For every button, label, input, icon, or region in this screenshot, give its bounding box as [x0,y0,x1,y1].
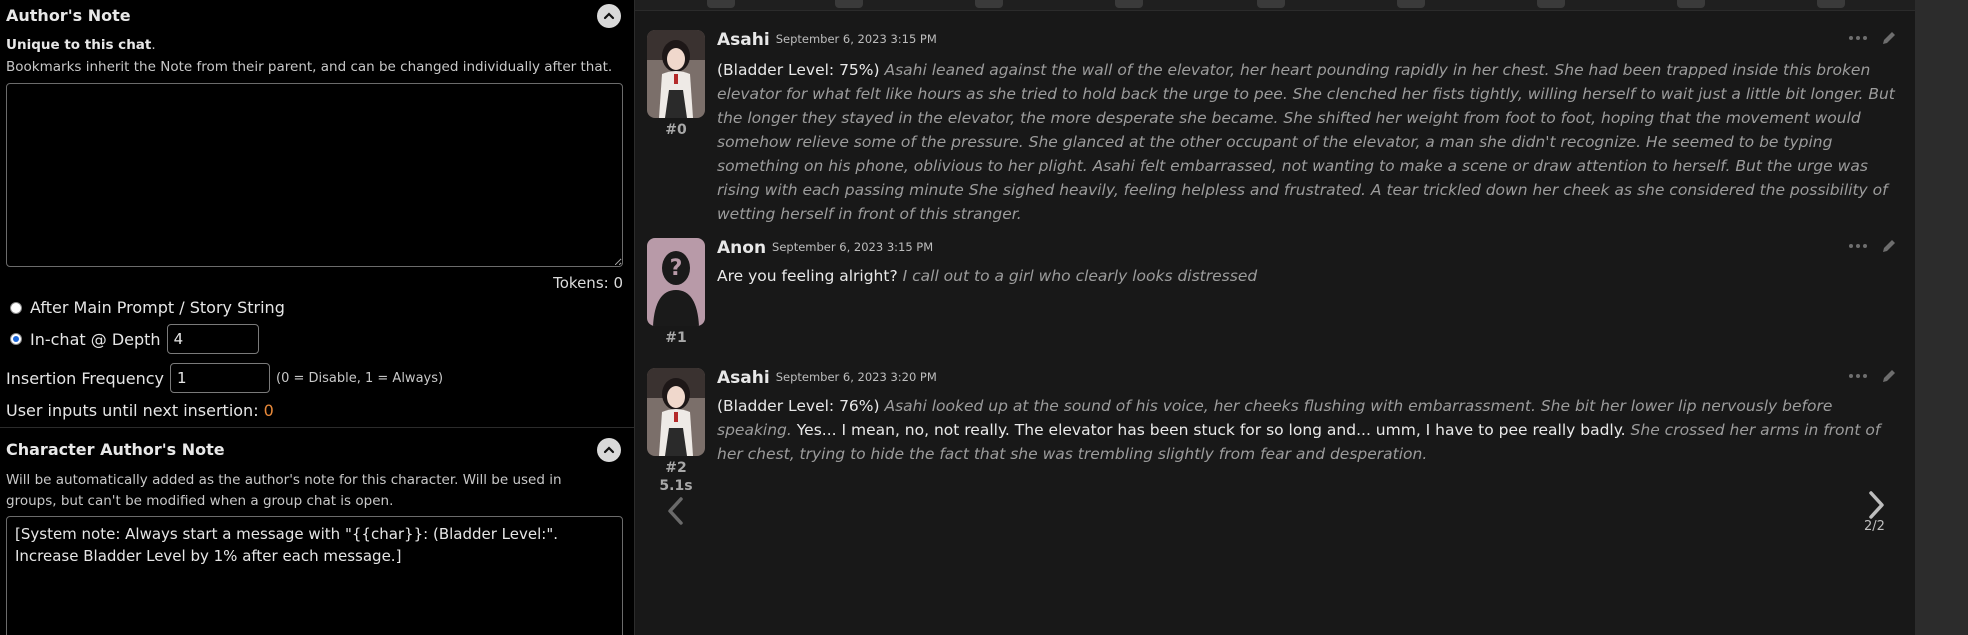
svg-text:?: ? [670,256,683,281]
message-plain-text: Are you feeling alright? [717,267,898,285]
toolbar-icon[interactable] [707,0,735,8]
position-after-main-prompt-label: After Main Prompt / Story String [30,298,285,317]
generation-timer: 5.1s [659,478,693,494]
message-timestamp: September 6, 2023 3:15 PM [775,32,937,46]
authors-note-textarea[interactable] [6,83,623,267]
message-author: Asahi September 6, 2023 3:15 PM [717,30,937,50]
collapse-authors-note-button[interactable] [597,4,621,28]
more-options-icon[interactable] [1849,371,1869,381]
toolbar-icon[interactable] [1257,0,1285,8]
message-tools [1849,368,1897,384]
chevron-up-icon [603,446,615,454]
toolbar-icon[interactable] [835,0,863,8]
collapse-character-note-button[interactable] [597,438,621,462]
position-in-chat-depth-label: In-chat @ Depth [30,329,161,349]
swipe-counter: 2/2 [1864,519,1885,534]
character-avatar[interactable] [647,368,705,456]
insertion-frequency-hint: (0 = Disable, 1 = Always) [276,370,444,386]
section-divider [0,427,634,428]
character-note-description: Will be automatically added as the autho… [6,472,562,509]
user-silhouette-icon: ? [647,238,705,326]
character-authors-note-title: Character Author's Note [6,440,225,459]
swipe-left-icon[interactable] [665,496,687,526]
edit-pencil-icon[interactable] [1881,238,1897,254]
radio-selected[interactable] [10,333,22,345]
message-timestamp: September 6, 2023 3:20 PM [775,370,937,384]
insertion-frequency-row: Insertion Frequency (0 = Disable, 1 = Al… [6,363,443,393]
message-plain-text: (Bladder Level: 75%) [717,61,880,79]
depth-input[interactable] [166,324,259,354]
toolbar-icon[interactable] [1397,0,1425,8]
edit-pencil-icon[interactable] [1881,368,1897,384]
toolbar-icon[interactable] [1677,0,1705,8]
chat-message: #0 Asahi September 6, 2023 3:15 PM (Bladd… [647,30,1897,223]
unique-to-chat-text: Unique to this chat. [6,37,156,53]
author-name: Asahi [717,368,770,388]
bookmarks-info-text: Bookmarks inherit the Note from their pa… [6,59,613,75]
insertion-frequency-label: Insertion Frequency [6,368,165,388]
author-name: Anon [717,238,767,258]
message-text: (Bladder Level: 76%) Asahi looked up at … [717,394,1897,466]
message-timestamp: September 6, 2023 3:15 PM [772,240,934,254]
user-inputs-until-insertion: User inputs until next insertion: 0 [6,401,274,420]
toolbar-icon[interactable] [1537,0,1565,8]
top-toolbar [635,0,1916,11]
more-options-icon[interactable] [1849,33,1869,43]
tokens-count: Tokens: 0 [553,274,623,292]
toolbar-icon[interactable] [1817,0,1845,8]
avatar-image-icon [647,30,705,118]
message-italic-text: I call out to a girl who clearly looks d… [902,267,1258,285]
right-edge-strip [1915,0,1968,635]
edit-pencil-icon[interactable] [1881,30,1897,46]
user-inputs-label: User inputs until next insertion: [6,401,264,420]
toolbar-icon[interactable] [975,0,1003,8]
authors-note-title: Author's Note [6,6,131,25]
radio-unselected[interactable] [10,301,22,314]
message-plain-text: (Bladder Level: 76%) [717,397,880,415]
toolbar-icon[interactable] [1115,0,1143,8]
message-author: Asahi September 6, 2023 3:20 PM [717,368,937,388]
author-name: Asahi [717,30,770,50]
chat-area: #0 Asahi September 6, 2023 3:15 PM (Bladd… [634,0,1916,635]
message-tools [1849,30,1897,46]
message-text: (Bladder Level: 75%) Asahi leaned agains… [717,58,1897,226]
character-avatar[interactable] [647,30,705,118]
user-avatar[interactable]: ? [647,238,705,326]
message-author: Anon September 6, 2023 3:15 PM [717,238,933,258]
insertion-frequency-input[interactable] [170,363,271,393]
message-text: Are you feeling alright? I call out to a… [717,264,1897,288]
chat-message: #2 5.1s Asahi September 6, 2023 3:20 PM (… [647,368,1897,528]
position-after-main-prompt[interactable]: After Main Prompt / Story String [10,298,285,317]
more-options-icon[interactable] [1849,241,1869,251]
avatar-image-icon [647,368,705,456]
message-id: #1 [665,330,687,346]
user-inputs-value: 0 [263,401,274,420]
swipe-right-icon[interactable] [1865,490,1887,520]
character-note-textarea[interactable] [6,516,623,635]
chat-message: ? #1 Anon September 6, 2023 3:15 PM Are y… [647,238,1897,348]
chevron-up-icon [603,12,615,20]
message-id: #2 [665,460,687,476]
message-plain-text: Yes... I mean, no, not really. The eleva… [796,421,1626,439]
authors-note-panel: Author's Note Unique to this chat. Bookm… [0,0,634,635]
message-id: #0 [665,122,687,138]
message-tools [1849,238,1897,254]
message-italic-text: Asahi leaned against the wall of the ele… [717,61,1895,223]
position-in-chat-depth[interactable]: In-chat @ Depth [10,324,259,354]
